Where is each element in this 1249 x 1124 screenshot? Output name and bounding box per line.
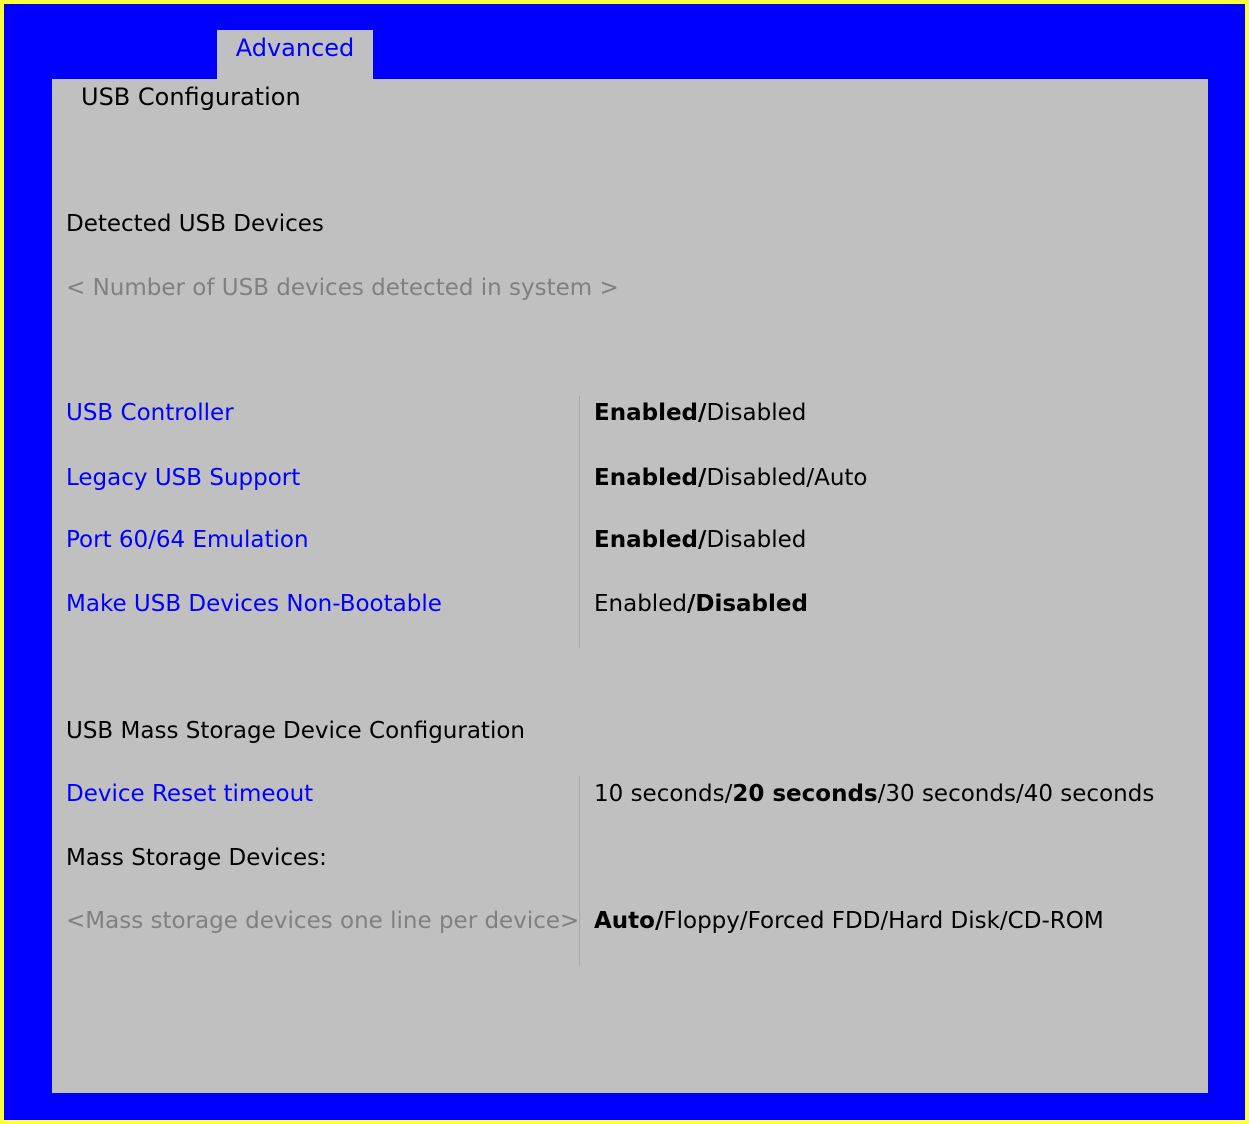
mass-storage-device-options: Auto/Floppy/Forced FDD/Hard Disk/CD-ROM bbox=[594, 908, 1104, 934]
setting-legacy-usb-support[interactable]: Legacy USB Support bbox=[66, 463, 300, 493]
page-title: USB Configuration bbox=[81, 83, 301, 111]
non-bootable-options: Enabled/Disabled bbox=[594, 591, 808, 617]
setting-device-reset-timeout[interactable]: Device Reset timeout bbox=[66, 779, 313, 809]
section-heading-detected-usb: Detected USB Devices bbox=[66, 211, 324, 237]
column-divider-2 bbox=[579, 776, 580, 966]
usb-device-count-info: < Number of USB devices detected in syst… bbox=[66, 275, 619, 301]
column-divider-1 bbox=[579, 396, 580, 648]
port-emulation-options: Enabled/Disabled bbox=[594, 527, 807, 553]
tab-advanced[interactable]: Advanced bbox=[217, 30, 373, 84]
mass-storage-device-line[interactable]: <Mass storage devices one line per devic… bbox=[66, 906, 579, 936]
section-heading-mass-storage: USB Mass Storage Device Configuration bbox=[66, 718, 525, 744]
legacy-usb-support-options: Enabled/Disabled/Auto bbox=[594, 465, 868, 491]
mass-storage-devices-label: Mass Storage Devices: bbox=[66, 845, 327, 871]
setting-port-60-64-emulation[interactable]: Port 60/64 Emulation bbox=[66, 525, 309, 555]
setting-make-usb-non-bootable[interactable]: Make USB Devices Non-Bootable bbox=[66, 589, 442, 619]
usb-controller-options: Enabled/Disabled bbox=[594, 400, 807, 426]
device-reset-timeout-options: 10 seconds/20 seconds/30 seconds/40 seco… bbox=[594, 781, 1155, 807]
setting-usb-controller[interactable]: USB Controller bbox=[66, 398, 234, 428]
